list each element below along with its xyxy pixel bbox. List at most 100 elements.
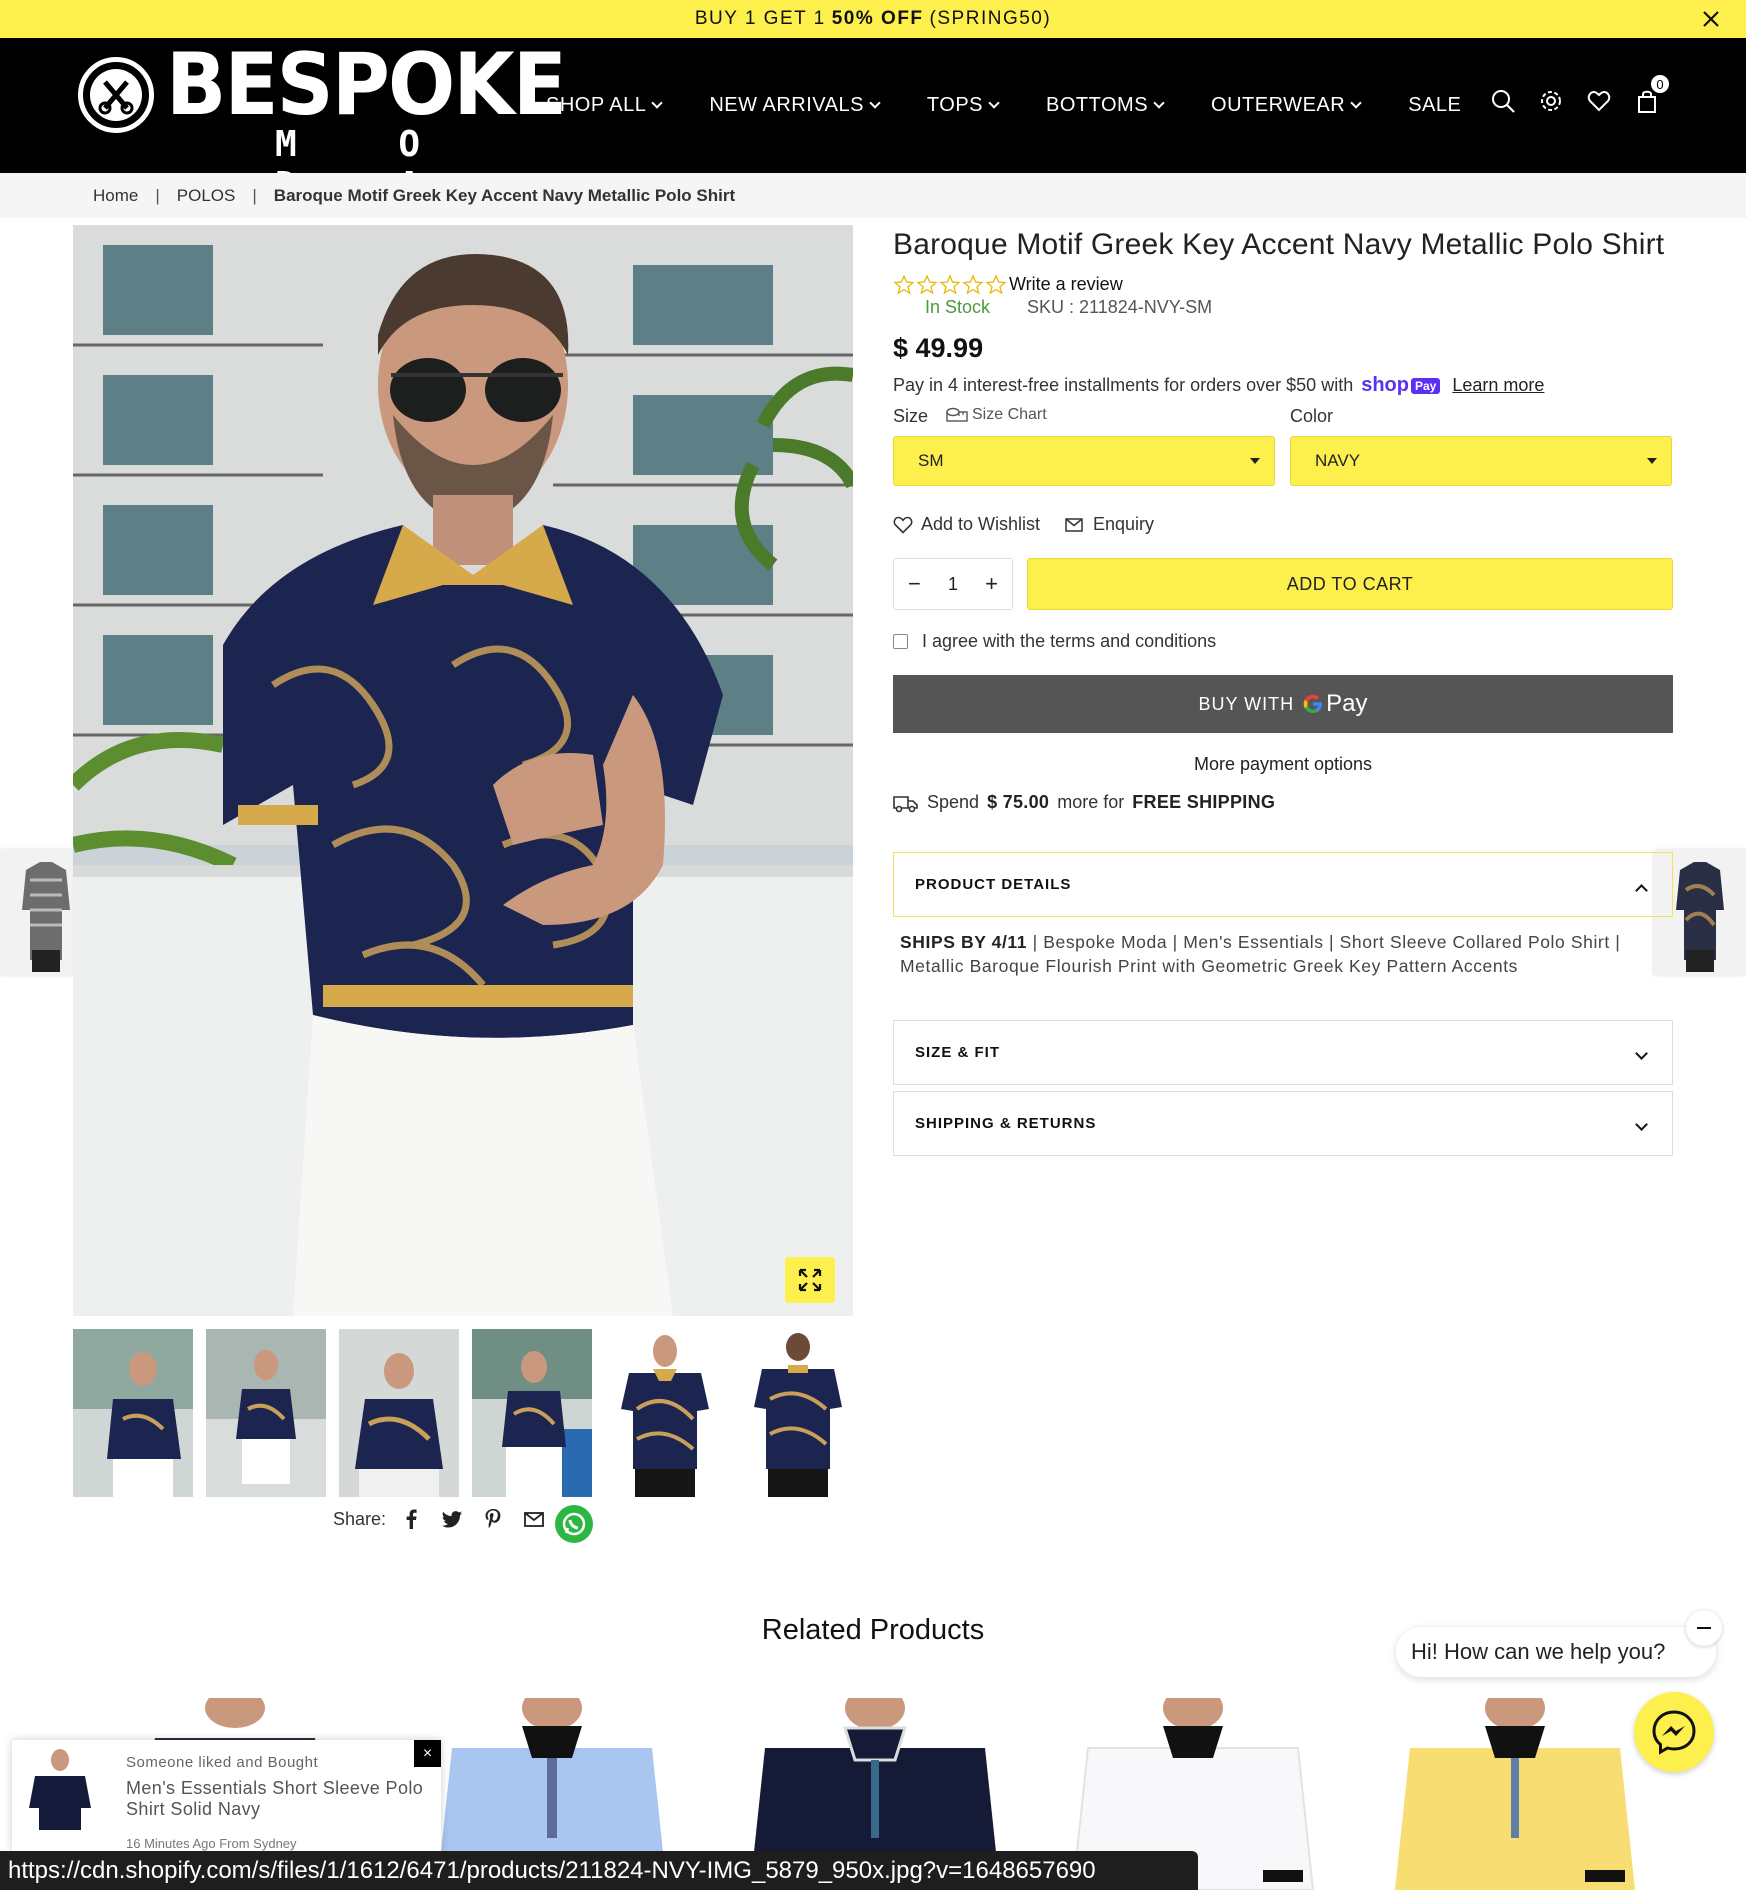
accordion-size-fit[interactable]: SIZE & FIT bbox=[893, 1020, 1673, 1085]
minus-icon bbox=[1697, 1627, 1711, 1629]
search-icon[interactable] bbox=[1490, 88, 1516, 114]
terms-checkbox[interactable] bbox=[893, 634, 908, 649]
star-icon bbox=[893, 274, 915, 295]
thumbnail[interactable] bbox=[73, 1329, 193, 1497]
add-to-wishlist-button[interactable]: Add to Wishlist bbox=[893, 514, 1040, 535]
product-price: $ 49.99 bbox=[893, 333, 984, 363]
thumbnail-strip bbox=[73, 1329, 858, 1497]
thumbnail[interactable] bbox=[472, 1329, 592, 1497]
shipping-pre: Spend bbox=[927, 792, 980, 812]
announcement-bar: BUY 1 GET 1 50% OFF (SPRING50) bbox=[0, 0, 1746, 38]
accordion-title: SHIPPING & RETURNS bbox=[915, 1115, 1097, 1132]
chevron-down-icon bbox=[1635, 1118, 1648, 1131]
quantity-decrease-button[interactable]: − bbox=[908, 571, 921, 597]
gpay-label: Pay bbox=[1326, 690, 1368, 717]
details-ships-by: SHIPS BY 4/11 bbox=[900, 932, 1028, 952]
nav-new-arrivals[interactable]: NEW ARRIVALS bbox=[709, 94, 881, 117]
write-review-link[interactable]: Write a review bbox=[1009, 274, 1123, 295]
accordion-shipping-returns[interactable]: SHIPPING & RETURNS bbox=[893, 1091, 1673, 1156]
facebook-icon[interactable] bbox=[400, 1508, 422, 1530]
enquiry-button[interactable]: Enquiry bbox=[1065, 514, 1154, 535]
nav-label: SALE bbox=[1408, 94, 1462, 116]
stock-status: In Stock bbox=[925, 297, 991, 317]
nav-tops[interactable]: TOPS bbox=[927, 94, 1000, 117]
close-icon[interactable] bbox=[1698, 6, 1724, 32]
twitter-icon[interactable] bbox=[441, 1508, 463, 1530]
nav-shop-all[interactable]: SHOP ALL bbox=[546, 94, 664, 117]
shipping-free: FREE SHIPPING bbox=[1132, 792, 1276, 812]
buy-with-gpay-button[interactable]: BUY WITH Pay bbox=[893, 675, 1673, 733]
chat-greeting-bubble[interactable]: Hi! How can we help you? bbox=[1396, 1627, 1716, 1677]
sku-label: SKU : bbox=[1027, 297, 1075, 317]
quantity-value[interactable]: 1 bbox=[948, 574, 958, 595]
accordion-title: PRODUCT DETAILS bbox=[915, 876, 1072, 893]
heart-icon[interactable] bbox=[1586, 88, 1612, 114]
learn-more-link[interactable]: Learn more bbox=[1452, 375, 1544, 396]
popup-close-button[interactable]: × bbox=[414, 1740, 441, 1767]
google-g-icon bbox=[1303, 694, 1323, 713]
heart-icon bbox=[893, 516, 913, 534]
chevron-up-icon bbox=[1635, 884, 1648, 897]
quantity-stepper: − 1 + bbox=[893, 558, 1013, 610]
chevron-down-icon bbox=[869, 97, 881, 109]
thumbnail[interactable] bbox=[206, 1329, 326, 1497]
nav-outerwear[interactable]: OUTERWEAR bbox=[1211, 94, 1362, 117]
recent-purchase-popup: Someone liked and Bought Men's Essential… bbox=[12, 1740, 441, 1852]
mail-icon[interactable] bbox=[523, 1508, 545, 1530]
thumbnail[interactable] bbox=[605, 1329, 725, 1497]
popup-time: 16 Minutes Ago From Sydney bbox=[126, 1836, 297, 1851]
chat-minimize-button[interactable] bbox=[1686, 1610, 1722, 1646]
caret-down-icon bbox=[1250, 458, 1260, 464]
add-to-cart-button[interactable]: ADD TO CART bbox=[1027, 558, 1673, 610]
quantity-increase-button[interactable]: + bbox=[985, 571, 998, 597]
logo[interactable]: BESPOKE M O D A bbox=[78, 42, 567, 206]
product-main-image[interactable] bbox=[73, 225, 853, 1316]
size-select-value: SM bbox=[918, 451, 944, 470]
shipping-mid: more for bbox=[1057, 792, 1125, 812]
messenger-chat-button[interactable] bbox=[1634, 1692, 1714, 1772]
site-header: BESPOKE M O D A SHOP ALL NEW ARRIVALS TO… bbox=[0, 38, 1746, 206]
shoppay-logo: shop Pay bbox=[1361, 374, 1441, 397]
mail-icon bbox=[1065, 517, 1083, 532]
popup-label: Someone liked and Bought bbox=[126, 1754, 319, 1771]
nav-sale[interactable]: SALE bbox=[1408, 94, 1461, 117]
star-icon bbox=[962, 274, 984, 295]
chevron-down-icon bbox=[651, 97, 664, 109]
shoppay-badge: Pay bbox=[1411, 377, 1441, 394]
announcement-post: (SPRING50) bbox=[929, 8, 1052, 29]
expand-image-button[interactable] bbox=[785, 1257, 835, 1303]
accordion-product-details[interactable]: PRODUCT DETAILS bbox=[893, 852, 1673, 917]
breadcrumb-separator: | bbox=[252, 185, 257, 205]
color-select-value: NAVY bbox=[1315, 451, 1361, 470]
share-bar: Share: bbox=[333, 1508, 564, 1530]
popup-product-image[interactable] bbox=[25, 1748, 95, 1846]
thumbnail[interactable] bbox=[339, 1329, 459, 1497]
star-icon bbox=[939, 274, 961, 295]
pinterest-icon[interactable] bbox=[482, 1508, 504, 1530]
cart-count-badge: 0 bbox=[1650, 74, 1670, 94]
cart-button[interactable]: 0 bbox=[1634, 74, 1670, 114]
size-chart-label: Size Chart bbox=[972, 406, 1047, 423]
share-label: Share: bbox=[333, 1508, 387, 1529]
related-product-card[interactable] bbox=[1385, 1698, 1645, 1890]
more-payment-options-link[interactable]: More payment options bbox=[893, 754, 1673, 775]
shoppay-text: shop bbox=[1361, 374, 1409, 396]
whatsapp-icon[interactable] bbox=[555, 1505, 593, 1543]
nav-label: NEW ARRIVALS bbox=[709, 94, 864, 116]
thumbnail[interactable] bbox=[738, 1329, 858, 1497]
breadcrumb-category[interactable]: POLOS bbox=[177, 186, 236, 206]
main-nav: SHOP ALL NEW ARRIVALS TOPS BOTTOMS OUTER… bbox=[546, 38, 1509, 173]
product-title: Baroque Motif Greek Key Accent Navy Meta… bbox=[893, 228, 1665, 261]
size-chart-link[interactable]: Size Chart bbox=[946, 406, 1047, 424]
sku-value: 211824-NVY-SM bbox=[1079, 297, 1213, 317]
nav-label: SHOP ALL bbox=[546, 94, 647, 116]
gear-icon[interactable] bbox=[1538, 88, 1564, 114]
popup-product-name[interactable]: Men's Essentials Short Sleeve Polo Shirt… bbox=[126, 1778, 426, 1820]
chat-greeting-text: Hi! How can we help you? bbox=[1411, 1639, 1666, 1664]
size-select[interactable]: SM bbox=[893, 436, 1275, 486]
expand-icon bbox=[798, 1268, 822, 1292]
color-select[interactable]: NAVY bbox=[1290, 436, 1672, 486]
breadcrumb-home[interactable]: Home bbox=[93, 186, 138, 206]
nav-bottoms[interactable]: BOTTOMS bbox=[1046, 94, 1165, 117]
rating-stars[interactable] bbox=[893, 274, 1007, 296]
